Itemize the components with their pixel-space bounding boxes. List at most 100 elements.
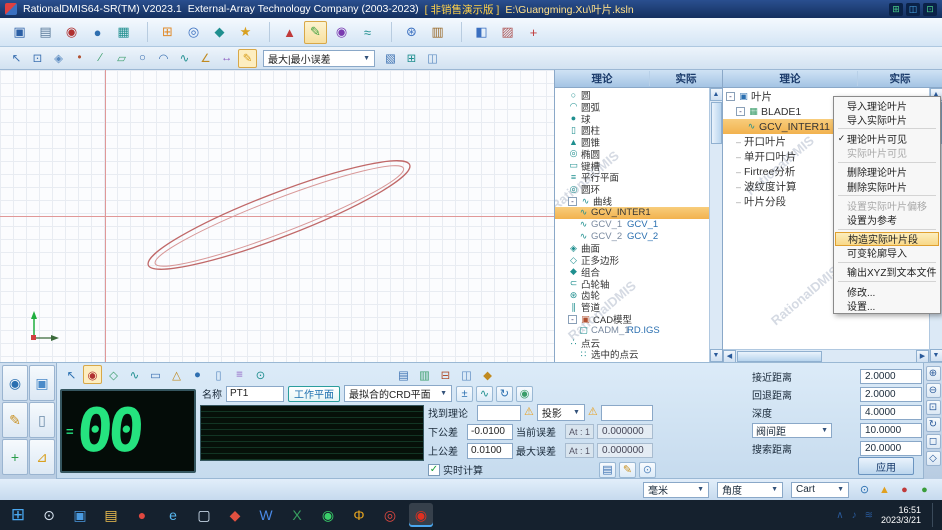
machine-icon[interactable]: ▤ (34, 21, 57, 44)
retract-distance-input[interactable]: 2.0000 (860, 387, 922, 402)
tree-item-torus[interactable]: ◎圆环 (555, 183, 709, 195)
connection-status-icon[interactable]: ◫ (906, 3, 920, 16)
target-icon[interactable]: ◉ (516, 386, 533, 402)
menu-item-construct-actual-blade-segment[interactable]: 构造实际叶片段 (835, 232, 939, 246)
probe-head-tool-icon[interactable]: ◉ (2, 365, 28, 401)
app-wechat-icon[interactable]: ◉ (316, 503, 340, 527)
license-status-icon[interactable]: ⊞ (889, 3, 903, 16)
output-icon[interactable]: ▤ (394, 365, 413, 384)
blade-panel-hscrollbar[interactable]: ◀ ▶ (723, 349, 929, 362)
lower-tolerance-input[interactable] (467, 424, 513, 440)
app-excel-icon[interactable]: X (285, 503, 309, 527)
expander-icon[interactable]: - (568, 315, 577, 324)
menu-item-delete-actual-blade[interactable]: 删除实际叶片 (835, 179, 939, 193)
arc-icon[interactable]: ◠ (154, 49, 173, 68)
tree-item-keyway[interactable]: ▭键槽 (555, 160, 709, 172)
online-icon[interactable]: ● (917, 482, 932, 497)
volume-icon[interactable]: ♪ (852, 510, 857, 521)
display-mode-icon[interactable]: ◫ (423, 49, 442, 68)
probe-icon[interactable]: ◉ (60, 21, 83, 44)
report-icon[interactable]: ▤ (599, 462, 616, 478)
tree-actual-value[interactable]: GCV_2 (627, 231, 658, 242)
select-arrow-icon[interactable]: ↖ (7, 49, 26, 68)
rotate-view-icon[interactable]: ↻ (926, 417, 941, 432)
gear-module-icon[interactable]: ⊛ (400, 21, 423, 44)
plane-measure-icon[interactable]: ▭ (146, 365, 165, 384)
fit-plane-dropdown[interactable]: 最拟合的CRD平面 ▼ (344, 385, 452, 402)
clock-icon[interactable]: ⊙ (857, 482, 872, 497)
gap-distance-dropdown[interactable]: 阀间距▼ (752, 423, 832, 438)
record-icon[interactable]: ● (897, 482, 912, 497)
show-desktop-button[interactable] (932, 503, 936, 527)
hold-icon[interactable]: ◆ (478, 365, 497, 384)
tree-item-group[interactable]: ◆组合 (555, 266, 709, 278)
tray-expand-icon[interactable]: ∧ (836, 510, 843, 521)
edit-pen-icon[interactable]: ✎ (238, 49, 257, 68)
angle-dropdown[interactable]: 角度 ▼ (717, 482, 783, 498)
grid-toggle-icon[interactable]: ⊞ (402, 49, 421, 68)
feature-name-input[interactable] (226, 386, 284, 402)
refresh-icon[interactable]: ↻ (496, 386, 513, 402)
expander-icon[interactable]: - (736, 107, 745, 116)
scroll-down-icon[interactable]: ▼ (930, 349, 942, 362)
menu-item-modify[interactable]: 修改... (835, 284, 939, 298)
find-theory-input[interactable] (477, 405, 521, 421)
compensation-icon[interactable]: ⊙ (251, 365, 270, 384)
scroll-up-icon[interactable]: ▲ (710, 88, 723, 101)
search-distance-input[interactable]: 20.0000 (860, 441, 922, 456)
tree-item-surface[interactable]: ◈曲面 (555, 242, 709, 254)
alignment-icon[interactable]: ⊞ (156, 21, 179, 44)
tolerance-edit-icon[interactable]: ± (456, 386, 473, 402)
pan-icon[interactable]: ◈ (49, 49, 68, 68)
sphere-measure-icon[interactable]: ● (188, 365, 207, 384)
tree-item-gcv-inter1[interactable]: ∿GCV_INTER1 (555, 207, 709, 219)
apply-button[interactable]: 应用 (858, 457, 914, 475)
curve-measure-icon[interactable]: ∿ (125, 365, 144, 384)
start-button[interactable]: ⊞ (6, 503, 30, 527)
stats-icon[interactable]: ◫ (457, 365, 476, 384)
line-icon[interactable]: ∕ (91, 49, 110, 68)
measure-icon[interactable]: ▲ (278, 21, 301, 44)
angle-icon[interactable]: ∠ (196, 49, 215, 68)
menu-item-variable-contour-import[interactable]: 可变轮廓导入 (835, 246, 939, 260)
calibration-sphere-icon[interactable]: ● (86, 21, 109, 44)
circle-icon[interactable]: ○ (133, 49, 152, 68)
plane-icon[interactable]: ▱ (112, 49, 131, 68)
curve-icon[interactable]: ∿ (175, 49, 194, 68)
report-icon[interactable]: ▨ (496, 21, 519, 44)
zoom-in-icon[interactable]: ⊕ (926, 366, 941, 381)
menu-item-import-theory-blade[interactable]: 导入理论叶片 (835, 98, 939, 112)
zoom-fit-icon[interactable]: ⊡ (926, 400, 941, 415)
axes-tool-icon[interactable]: + (2, 439, 28, 475)
layers-icon[interactable]: ▧ (381, 49, 400, 68)
app-teams-icon[interactable]: ▣ (68, 503, 92, 527)
zoom-out-icon[interactable]: ⊖ (926, 383, 941, 398)
feature-theory-header[interactable]: 理论 (555, 71, 650, 86)
cylinder-tool-icon[interactable]: ▯ (29, 402, 55, 438)
cone-measure-icon[interactable]: △ (167, 365, 186, 384)
tree-item-gear[interactable]: ⊛齿轮 (555, 290, 709, 302)
scrollbar-thumb[interactable] (737, 351, 822, 362)
projection-input[interactable] (601, 405, 653, 421)
expander-icon[interactable]: - (568, 197, 577, 206)
search-button[interactable]: ⊙ (37, 503, 61, 527)
scroll-down-icon[interactable]: ▼ (710, 349, 723, 362)
blade-actual-header[interactable]: 实际 (858, 71, 942, 86)
distance-icon[interactable]: ↔ (217, 49, 236, 68)
tree-item-polygon[interactable]: ◇正多边形 (555, 254, 709, 266)
app-notes-icon[interactable]: ▢ (192, 503, 216, 527)
depth-input[interactable]: 4.0000 (860, 405, 922, 420)
clear-icon[interactable]: ⊟ (436, 365, 455, 384)
program-icon[interactable]: ▥ (426, 21, 449, 44)
coordinate-dropdown[interactable]: Cart ▼ (791, 482, 849, 498)
app-rationaldmis-icon[interactable]: ◉ (409, 503, 433, 527)
scroll-left-icon[interactable]: ◀ (723, 350, 736, 363)
tree-item-circle[interactable]: ○圆 (555, 89, 709, 101)
graph-icon[interactable]: ∿ (476, 386, 493, 402)
realtime-checkbox[interactable]: ✓ (428, 464, 440, 476)
tolerance-icon[interactable]: ★ (234, 21, 257, 44)
app-cad-icon[interactable]: Φ (347, 503, 371, 527)
tree-item-selected-point-cloud[interactable]: ∷选中的点云 (555, 349, 709, 361)
tree-item-camshaft[interactable]: ⊂凸轮轴 (555, 278, 709, 290)
tree-actual-value[interactable]: RD.IGS (627, 325, 660, 336)
